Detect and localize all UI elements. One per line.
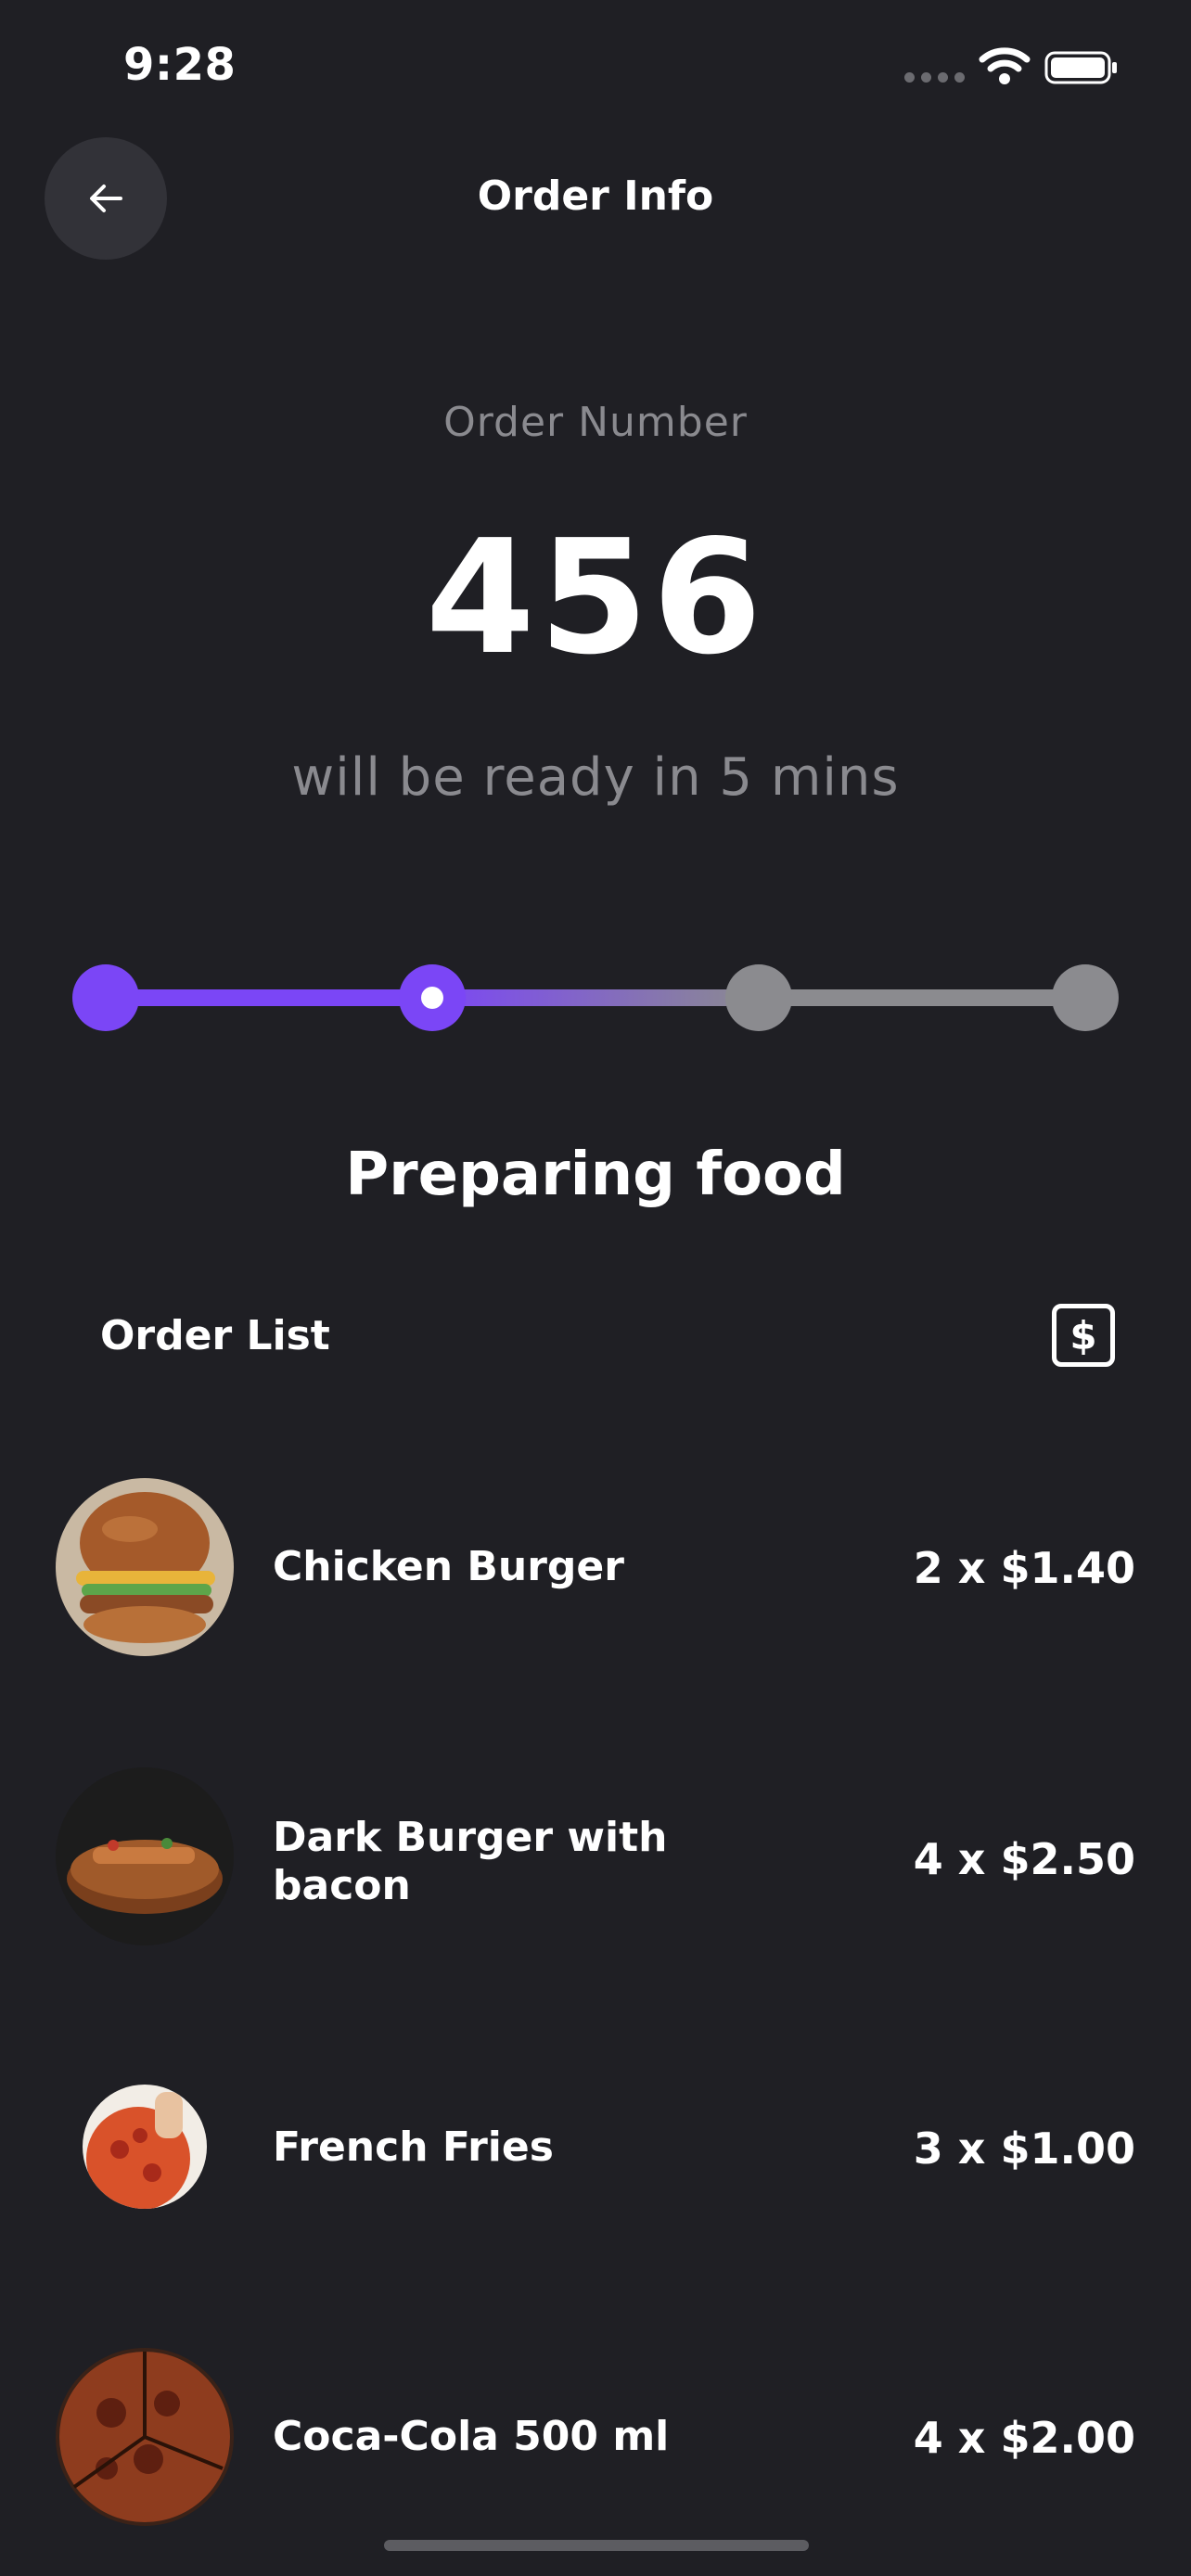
coca-cola-image bbox=[56, 2348, 234, 2526]
item-price: 2 x $1.40 bbox=[913, 1543, 1135, 1593]
progress-step-2-current bbox=[399, 964, 466, 1031]
progress-track-pending bbox=[759, 989, 1085, 1006]
progress-track-in-progress bbox=[432, 989, 759, 1006]
item-name: Coca-Cola 500 ml bbox=[273, 2413, 670, 2460]
page-title: Order Info bbox=[477, 172, 714, 220]
progress-track-completed bbox=[106, 989, 432, 1006]
dark-burger-image bbox=[56, 1767, 234, 1945]
order-item[interactable]: French Fries 3 x $1.00 bbox=[0, 2057, 1191, 2242]
order-item[interactable]: Coca-Cola 500 ml 4 x $2.00 bbox=[0, 2348, 1191, 2533]
item-name: Dark Burger with bacon bbox=[273, 1814, 668, 1909]
order-number-label: Order Number bbox=[443, 399, 748, 446]
cellular-signal-icon bbox=[904, 72, 965, 83]
progress-step-4 bbox=[1052, 964, 1119, 1031]
battery-icon bbox=[1044, 51, 1117, 84]
bill-button[interactable]: $ bbox=[1052, 1304, 1115, 1367]
item-name: Chicken Burger bbox=[273, 1543, 624, 1590]
chicken-burger-image bbox=[56, 1478, 234, 1656]
item-price: 4 x $2.50 bbox=[913, 1834, 1135, 1884]
item-price: 4 x $2.00 bbox=[913, 2413, 1135, 2463]
order-item[interactable]: Chicken Burger 2 x $1.40 bbox=[0, 1478, 1191, 1664]
status-bar: 9:28 bbox=[0, 0, 1191, 139]
ready-time-text: will be ready in 5 mins bbox=[291, 747, 900, 808]
wifi-icon bbox=[979, 47, 1031, 84]
home-indicator[interactable] bbox=[384, 2540, 809, 2551]
progress-step-3 bbox=[725, 964, 792, 1031]
order-item[interactable]: Dark Burger with bacon 4 x $2.50 bbox=[0, 1767, 1191, 1953]
french-fries-image bbox=[83, 2085, 207, 2209]
status-time: 9:28 bbox=[123, 39, 237, 91]
item-name: French Fries bbox=[273, 2123, 554, 2171]
dollar-icon: $ bbox=[1069, 1312, 1097, 1358]
order-stage-label: Preparing food bbox=[345, 1141, 846, 1209]
progress-step-1 bbox=[72, 964, 139, 1031]
order-number: 456 bbox=[425, 506, 766, 690]
item-price: 3 x $1.00 bbox=[913, 2123, 1135, 2174]
order-list-title: Order List bbox=[100, 1312, 330, 1359]
